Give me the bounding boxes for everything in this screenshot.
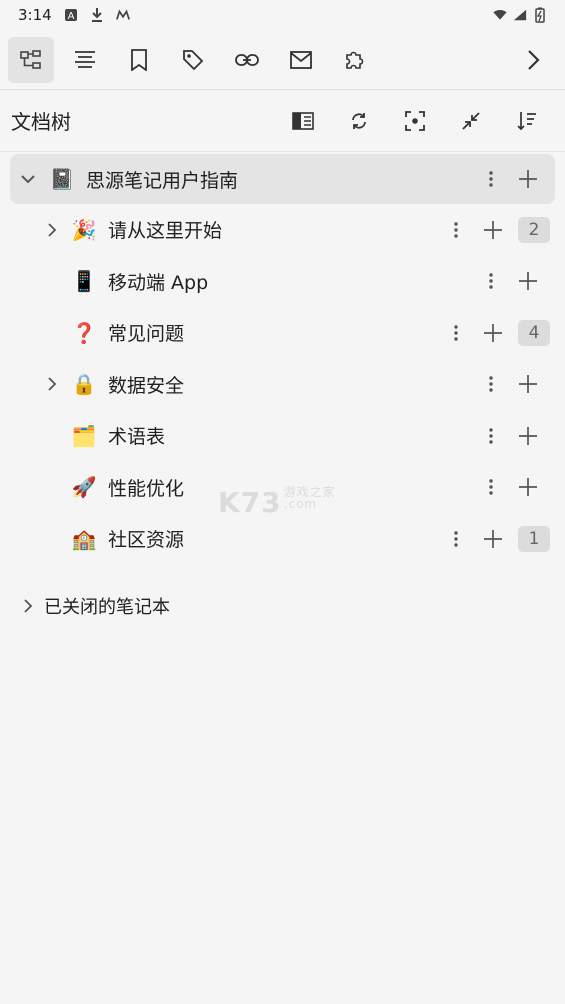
panel-title: 文档树: [11, 110, 71, 134]
more-tabs-button[interactable]: [511, 37, 557, 83]
doc-label: 术语表: [108, 426, 166, 449]
chevron-right-icon[interactable]: [40, 218, 64, 242]
open-notebook-button[interactable]: [275, 101, 331, 141]
notebook-row[interactable]: 📓 思源笔记用户指南: [10, 154, 555, 204]
add-doc-icon[interactable]: [513, 164, 543, 194]
watermark-main: K73: [218, 486, 282, 519]
focus-button[interactable]: [387, 101, 443, 141]
doc-label: 请从这里开始: [108, 220, 223, 243]
notebook-label: 思源笔记用户指南: [86, 169, 239, 192]
doc-emoji-icon: 🏫: [71, 526, 97, 551]
arrow-spacer: [40, 475, 64, 499]
more-icon[interactable]: [444, 215, 468, 245]
doc-emoji-icon: 🎉: [71, 217, 97, 242]
doc-row[interactable]: 🎉 请从这里开始 2: [0, 204, 565, 256]
inbox-tab[interactable]: [278, 37, 324, 83]
outline-tab[interactable]: [62, 37, 108, 83]
notebook-icon: [292, 111, 314, 130]
doc-row[interactable]: 🏫 社区资源 1: [0, 513, 565, 565]
doc-label: 常见问题: [108, 323, 185, 346]
doc-tree: 📓 思源笔记用户指南 🎉 请从这里开始 2 📱 移动端 App ❓ 常见问题 4 🔒 数据安全 🗂️…: [0, 152, 565, 630]
subdoc-count-badge: 2: [518, 216, 550, 243]
closed-notebooks-row[interactable]: 已关闭的笔记本: [0, 582, 565, 630]
sort-button[interactable]: [499, 101, 555, 141]
download-icon: [90, 8, 104, 22]
bookmark-icon: [131, 48, 147, 71]
signal-icon: [513, 8, 527, 22]
bookmarks-tab[interactable]: [116, 37, 162, 83]
watermark-sub2: .com: [283, 497, 318, 511]
add-doc-icon[interactable]: [478, 524, 508, 554]
more-icon[interactable]: [479, 472, 503, 502]
chevron-right-icon[interactable]: [40, 372, 64, 396]
panel-header: 文档树: [0, 90, 565, 152]
wifi-icon: [493, 8, 507, 22]
chevron-down-icon[interactable]: [16, 167, 40, 191]
doc-row[interactable]: 📱 移动端 App: [0, 256, 565, 308]
add-doc-icon[interactable]: [513, 266, 543, 296]
chevron-right-icon[interactable]: [16, 594, 40, 618]
doc-label: 社区资源: [108, 529, 185, 552]
add-doc-icon[interactable]: [478, 215, 508, 245]
tags-tab[interactable]: [170, 37, 216, 83]
focus-icon: [405, 110, 425, 131]
status-bar: 3:14 A: [0, 0, 565, 30]
doc-row[interactable]: 🗂️ 术语表: [0, 410, 565, 462]
more-icon[interactable]: [479, 164, 503, 194]
chevron-right-icon: [528, 49, 540, 70]
more-icon[interactable]: [444, 524, 468, 554]
doc-emoji-icon: 🚀: [71, 475, 97, 500]
backlinks-tab[interactable]: [224, 37, 270, 83]
arrow-spacer: [40, 527, 64, 551]
add-doc-icon[interactable]: [513, 369, 543, 399]
subdoc-count-badge: 4: [518, 319, 550, 346]
more-icon[interactable]: [444, 318, 468, 348]
doc-emoji-icon: 🗂️: [71, 423, 97, 448]
subdoc-count-badge: 1: [518, 525, 550, 552]
more-icon[interactable]: [479, 421, 503, 451]
doc-emoji-icon: 📱: [71, 269, 97, 294]
add-doc-icon[interactable]: [478, 318, 508, 348]
add-doc-icon[interactable]: [513, 421, 543, 451]
puzzle-icon: [346, 51, 364, 69]
doc-emoji-icon: ❓: [71, 320, 97, 345]
sort-icon: [517, 111, 536, 130]
doc-emoji-icon: 🔒: [71, 372, 97, 397]
arrow-spacer: [40, 321, 64, 345]
file-tree-tab[interactable]: [8, 36, 54, 83]
plugins-tab[interactable]: [332, 37, 378, 83]
app-notification-icon: [115, 8, 130, 22]
doc-label: 数据安全: [108, 374, 185, 397]
more-icon[interactable]: [479, 369, 503, 399]
doc-label: 移动端 App: [108, 271, 209, 294]
file-tree-icon: [20, 49, 41, 69]
doc-row[interactable]: ❓ 常见问题 4: [0, 307, 565, 359]
battery-icon: [533, 7, 547, 23]
outline-icon: [75, 50, 95, 68]
mail-icon: [290, 50, 312, 69]
closed-notebooks-label: 已关闭的笔记本: [44, 596, 170, 618]
watermark-logo: K73 游戏之家 .com: [218, 486, 336, 519]
more-icon[interactable]: [479, 266, 503, 296]
notebook-emoji-icon: 📓: [49, 167, 75, 191]
refresh-icon: [352, 112, 366, 129]
add-doc-icon[interactable]: [513, 472, 543, 502]
svg-text:A: A: [67, 11, 74, 22]
arrow-spacer: [40, 269, 64, 293]
refresh-button[interactable]: [331, 101, 387, 141]
notification-a-icon: A: [64, 8, 78, 22]
dock-toolbar: [0, 30, 565, 90]
collapse-all-button[interactable]: [443, 101, 499, 141]
status-time: 3:14: [18, 6, 52, 24]
link-icon: [235, 53, 259, 66]
doc-row[interactable]: 🔒 数据安全: [0, 359, 565, 411]
tag-icon: [183, 49, 204, 70]
collapse-icon: [462, 111, 480, 130]
arrow-spacer: [40, 424, 64, 448]
